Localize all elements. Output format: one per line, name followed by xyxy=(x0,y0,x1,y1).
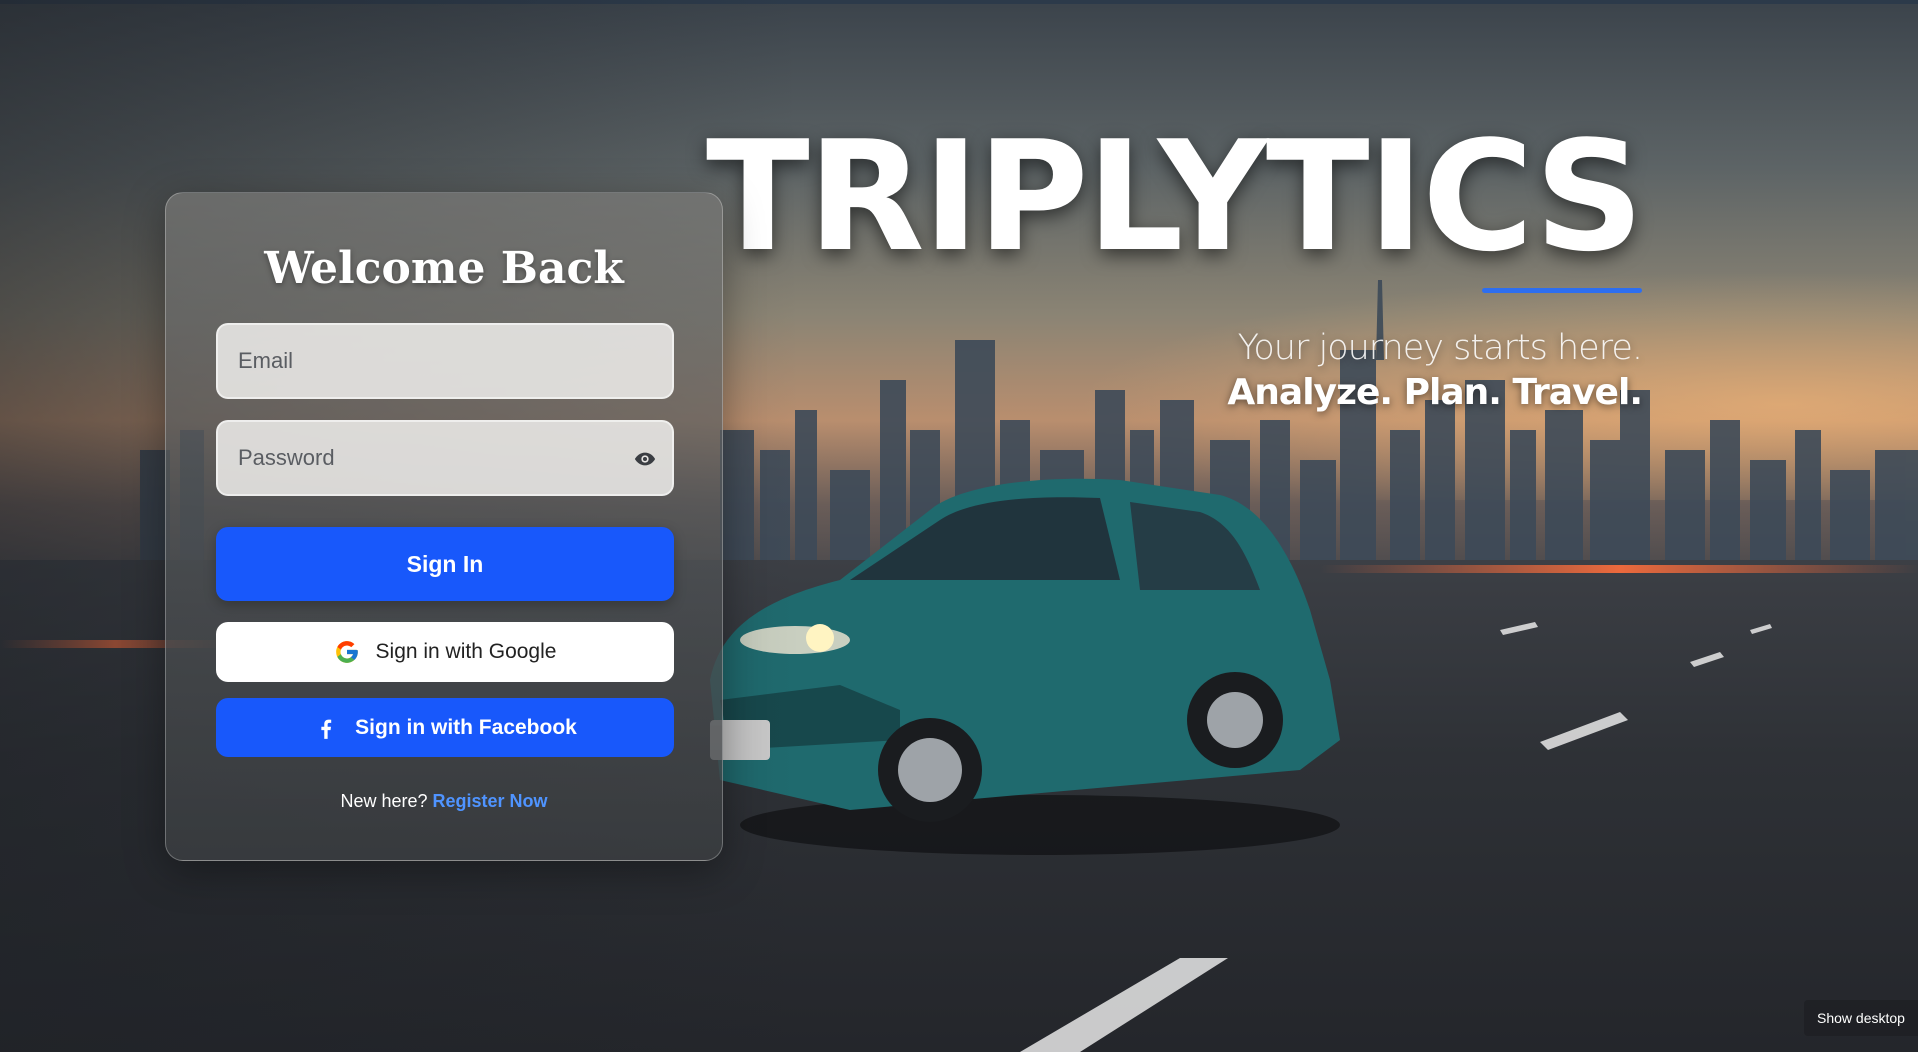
sign-in-button[interactable]: Sign In xyxy=(216,527,674,601)
brand-title: TRIPLYTICS xyxy=(705,108,1644,285)
sign-in-label: Sign In xyxy=(406,550,484,577)
brand-underline xyxy=(1482,288,1642,293)
google-sign-in-button[interactable]: Sign in with Google xyxy=(216,622,674,682)
email-field[interactable] xyxy=(216,323,674,399)
login-title: Welcome Back xyxy=(264,243,624,294)
register-row: New here? Register Now xyxy=(166,791,722,812)
password-input[interactable] xyxy=(218,422,672,494)
register-link[interactable]: Register Now xyxy=(433,791,548,811)
brand-tagline: Your journey starts here. xyxy=(1237,328,1643,368)
show-desktop-button[interactable]: Show desktop xyxy=(1804,1000,1918,1036)
email-input[interactable] xyxy=(218,325,672,397)
login-card: Welcome Back Sign In Sign in with Google… xyxy=(165,192,723,861)
password-field[interactable] xyxy=(216,420,674,496)
register-prompt: New here? xyxy=(340,791,428,811)
facebook-icon xyxy=(321,719,332,739)
brand-hero: TRIPLYTICS Your journey starts here. Ana… xyxy=(705,108,1644,414)
facebook-sign-in-label: Sign in with Facebook xyxy=(355,715,577,739)
eye-icon[interactable] xyxy=(634,448,656,470)
show-desktop-label: Show desktop xyxy=(1817,1010,1905,1026)
google-icon xyxy=(335,641,358,663)
google-sign-in-label: Sign in with Google xyxy=(375,640,557,663)
brand-slogan: Analyze. Plan. Travel. xyxy=(1227,372,1643,413)
facebook-sign-in-button[interactable]: Sign in with Facebook xyxy=(216,698,674,757)
